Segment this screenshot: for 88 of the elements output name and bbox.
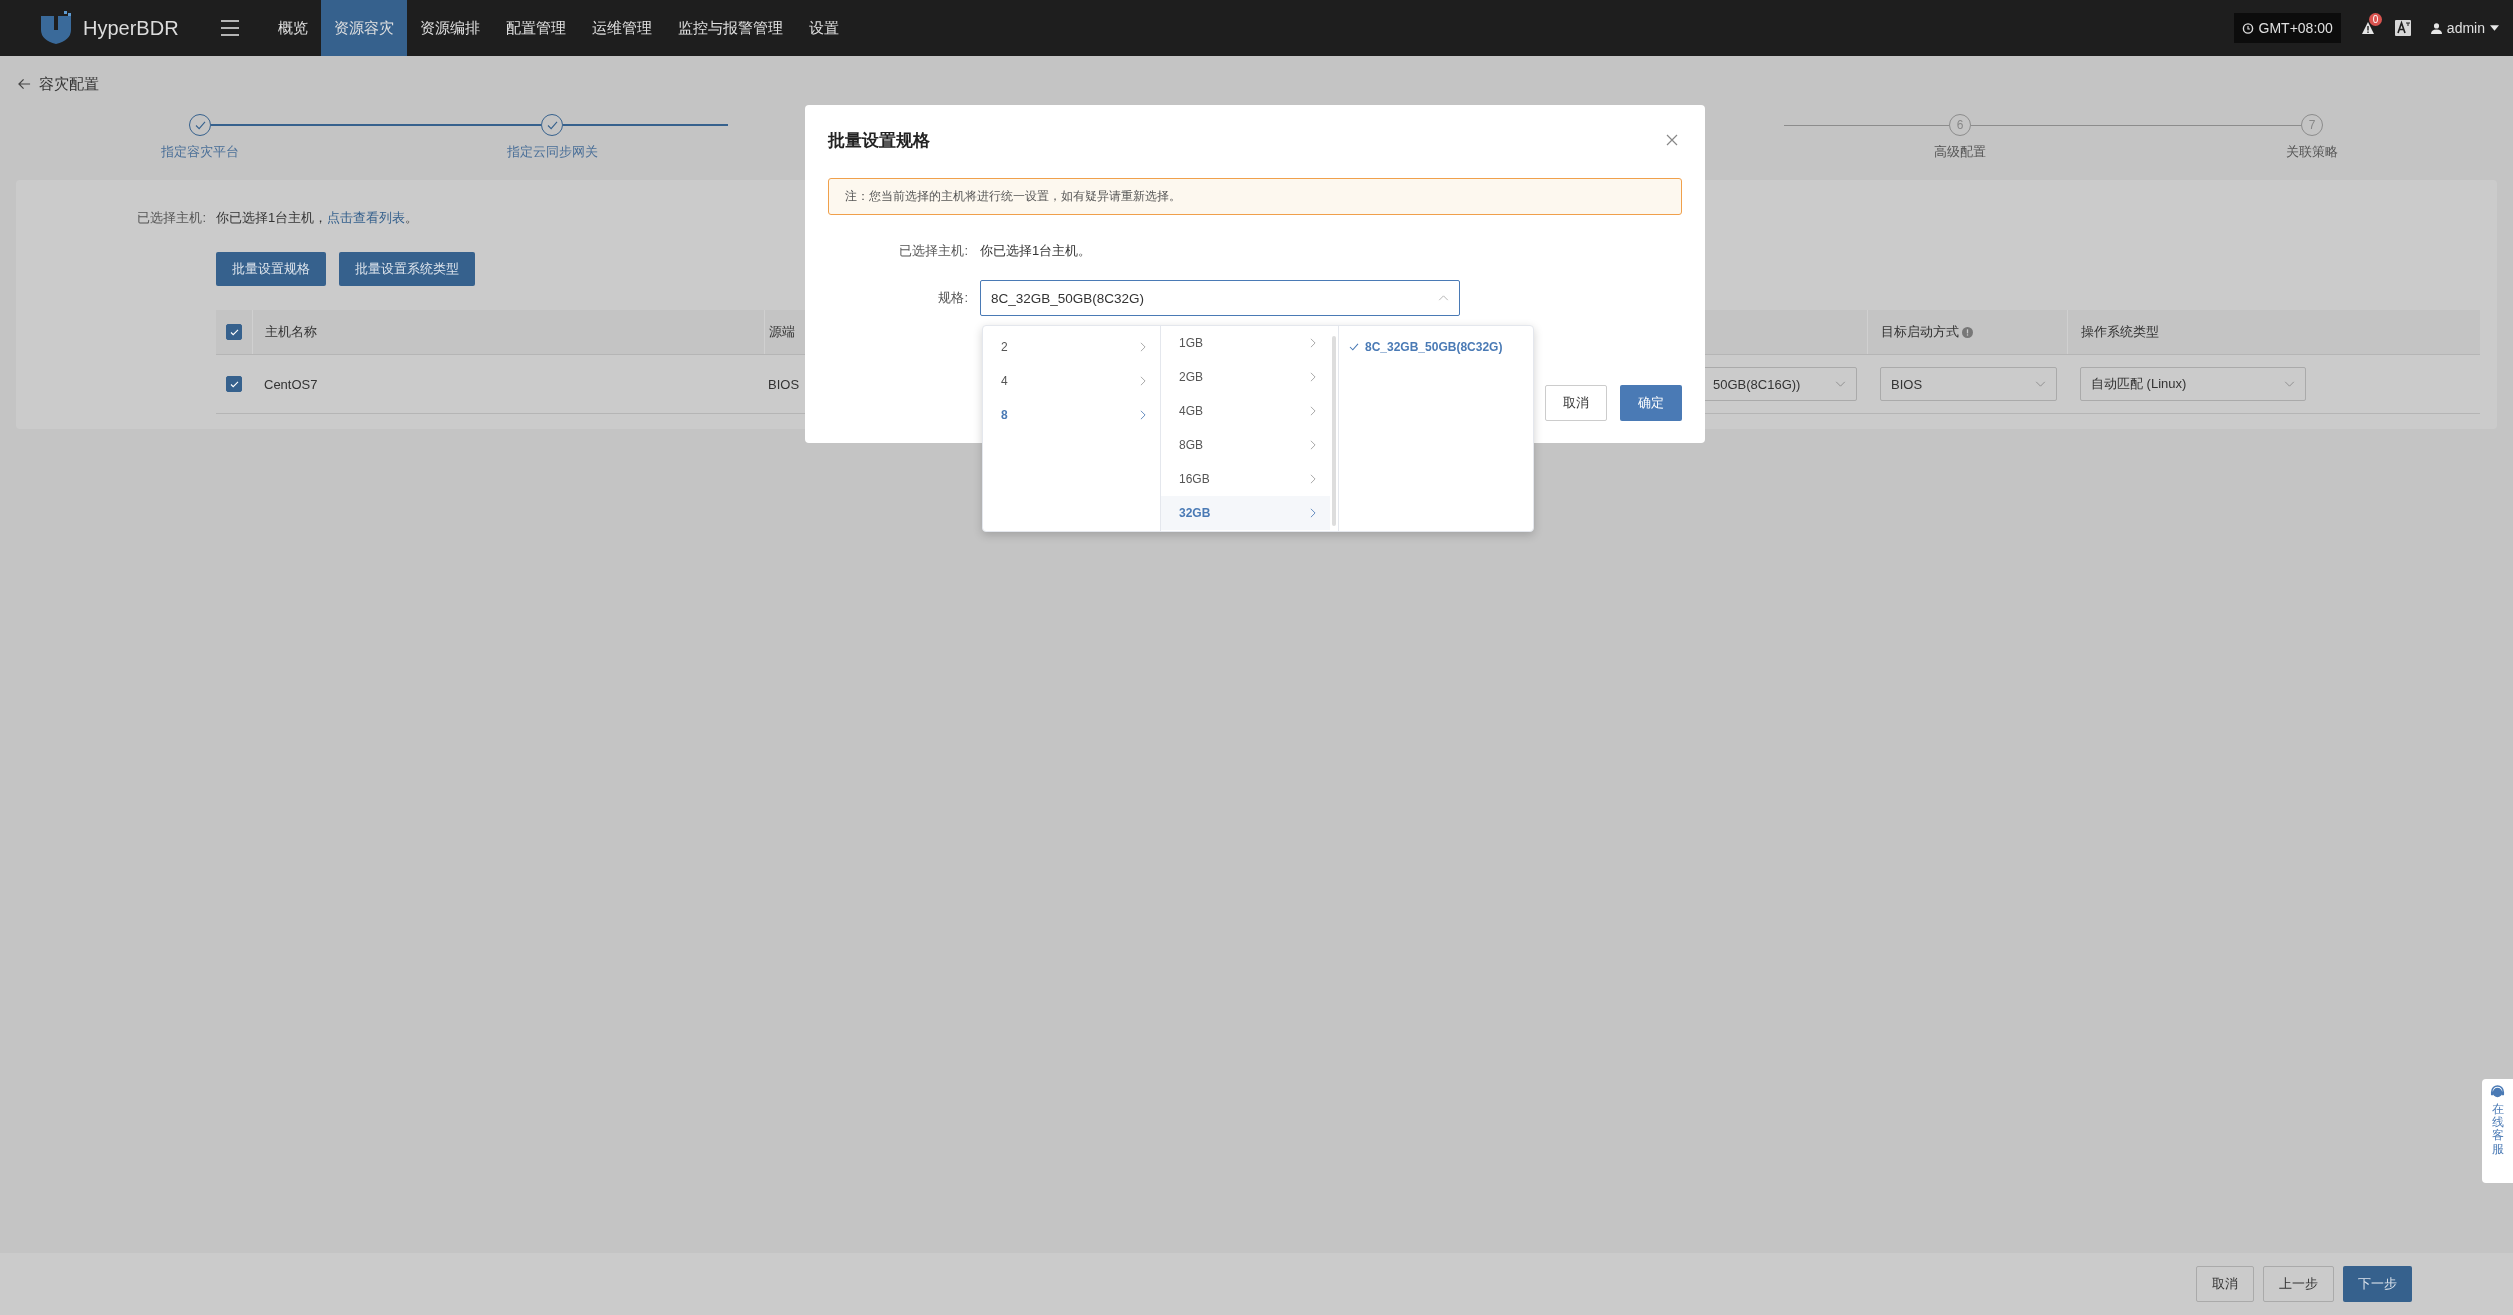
field-label: 已选择主机:	[898, 242, 969, 260]
chevron-right-icon	[1310, 372, 1316, 382]
field-value: 你已选择1台主机。	[980, 242, 1092, 260]
chevron-right-icon	[1310, 338, 1316, 348]
nav-tab[interactable]: 监控与报警管理	[664, 0, 796, 56]
boot-select[interactable]: BIOS	[1880, 367, 2057, 401]
step-number: 7	[2308, 118, 2316, 132]
back-arrow-icon[interactable]	[18, 78, 31, 90]
footer-button[interactable]: 上一步	[2263, 1266, 2334, 1302]
selection-text: 你已选择1台主机，点击查看列表。	[216, 209, 419, 227]
page-title: 容灾配置	[39, 74, 99, 94]
info-icon	[1962, 326, 1973, 338]
cascader-option[interactable]: 1GB	[1161, 326, 1330, 360]
chevron-down-icon	[2035, 381, 2046, 387]
cascader-option[interactable]: 8	[983, 398, 1160, 432]
user-icon	[2430, 22, 2442, 34]
support-label: 在线客服	[2491, 1103, 2504, 1156]
check-icon	[546, 120, 558, 130]
nav-tab[interactable]: 设置	[795, 0, 852, 56]
field-label: 已选择主机:	[136, 209, 207, 227]
cascader-option[interactable]: 4	[983, 364, 1160, 398]
chevron-right-icon	[1310, 474, 1316, 484]
brand-name: HyperBDR	[83, 16, 179, 40]
translate-icon[interactable]	[2394, 20, 2411, 36]
chevron-right-icon	[1310, 440, 1316, 450]
clock-icon	[2241, 22, 2254, 34]
dialog-title: 批量设置规格	[828, 129, 930, 152]
checkbox[interactable]	[226, 324, 242, 340]
table-cell: BIOS	[768, 376, 800, 392]
step-label: 高级配置	[1934, 143, 1986, 161]
column-header: 源端	[769, 323, 795, 341]
chevron-right-icon	[1310, 406, 1316, 416]
column-header: 主机名称	[265, 323, 317, 341]
timezone-button[interactable]: GMT+08:00	[2233, 13, 2341, 43]
footer-button[interactable]: 下一步	[2343, 1266, 2412, 1302]
check-icon	[194, 120, 206, 130]
chevron-right-icon	[1140, 410, 1146, 420]
step-label: 指定云同步网关	[506, 143, 598, 161]
table-cell: CentOS7	[264, 376, 318, 392]
timezone-text: GMT+08:00	[2258, 20, 2333, 36]
chevron-right-icon	[1310, 508, 1316, 518]
batch-button[interactable]: 批量设置规格	[216, 252, 326, 286]
dialog-button[interactable]: 取消	[1545, 385, 1607, 421]
scrollbar[interactable]	[1332, 336, 1336, 526]
column-header: 目标启动方式	[1881, 323, 1959, 341]
field-label: 规格:	[937, 289, 969, 307]
nav-tab[interactable]: 资源编排	[406, 0, 493, 56]
cascader-option[interactable]: 2GB	[1161, 360, 1330, 394]
cascader-option[interactable]: 16GB	[1161, 462, 1330, 496]
check-icon	[229, 380, 239, 388]
chevron-down-icon	[1835, 381, 1846, 387]
cascader-option[interactable]: 4GB	[1161, 394, 1330, 428]
step-label: 关联策略	[2286, 143, 2338, 161]
notice-text: 注：您当前选择的主机将进行统一设置，如有疑异请重新选择。	[845, 189, 1181, 204]
footer-button[interactable]: 取消	[2196, 1266, 2254, 1302]
check-icon	[229, 328, 239, 336]
cascader-option[interactable]: 32GB	[1161, 496, 1330, 530]
checkbox[interactable]	[226, 376, 242, 392]
view-list-link[interactable]: 点击查看列表	[327, 210, 406, 225]
cascader-option[interactable]: 8C_32GB_50GB(8C32G)	[1339, 330, 1533, 364]
cascader-option[interactable]: 2	[983, 330, 1160, 364]
support-widget[interactable]: 在线客服	[2482, 1079, 2513, 1183]
cascader-option[interactable]: 8GB	[1161, 428, 1330, 462]
alert-count-badge: 0	[2368, 13, 2383, 26]
close-icon[interactable]	[1666, 134, 1678, 146]
step-label: 指定容灾平台	[161, 143, 239, 161]
caret-icon	[2490, 25, 2499, 31]
os-select[interactable]: 自动匹配 (Linux)	[2080, 367, 2306, 401]
chevron-right-icon	[1140, 342, 1146, 352]
column-header: 操作系统类型	[2081, 323, 2159, 341]
user-name: admin	[2446, 20, 2485, 36]
step-number: 6	[1956, 118, 1964, 132]
nav-tab[interactable]: 配置管理	[492, 0, 579, 56]
headset-icon	[2490, 1085, 2505, 1100]
shield-logo-icon	[38, 10, 74, 46]
dialog-button[interactable]: 确定	[1620, 385, 1682, 421]
nav-tab[interactable]: 概览	[264, 0, 321, 56]
nav-tab[interactable]: 运维管理	[578, 0, 665, 56]
batch-button[interactable]: 批量设置系统类型	[339, 252, 475, 286]
check-icon	[1349, 343, 1359, 351]
chevron-up-icon	[1438, 295, 1449, 301]
user-menu[interactable]: admin	[2430, 20, 2499, 36]
chevron-right-icon	[1140, 376, 1146, 386]
nav-tab[interactable]: 资源容灾	[320, 0, 407, 56]
spec-select[interactable]: 8C_32GB_50GB(8C32G)	[980, 280, 1460, 316]
menu-icon[interactable]	[220, 20, 239, 36]
alert-icon[interactable]	[2360, 21, 2375, 35]
chevron-down-icon	[2284, 381, 2295, 387]
